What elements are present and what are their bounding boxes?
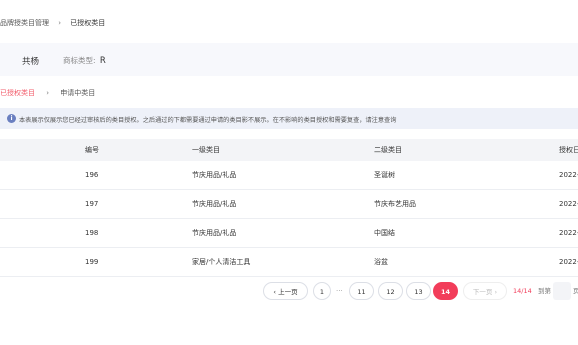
goto-tail-label: 页 [573,287,578,295]
tab-separator: › [46,89,50,97]
cell-category-1: 节庆用品/礼品 [192,229,237,237]
trademark-type-value: R [99,56,106,66]
table-header: 编号 一级类目 二级类目 授权日期 [0,139,578,161]
header-id: 编号 [85,146,99,154]
page-11-button[interactable]: 11 [349,282,374,300]
page-1-button[interactable]: 1 [313,282,331,300]
breadcrumb-parent-link[interactable]: 品牌授类目管理 [0,19,49,27]
notice-text: 本表展示仅展示您已经过审核后的类目授权。之后通过的下都需要通过申请的类目影不展示… [19,117,397,124]
page-14-button[interactable]: 14 [433,282,458,300]
header-category-1: 一级类目 [192,146,220,154]
breadcrumb-separator: › [58,19,62,27]
prev-page-button[interactable]: ‹ 上一页 [263,282,308,300]
cell-category-1: 节庆用品/礼品 [192,200,237,208]
trademark-type-label: 商标类型: [63,56,96,65]
cell-category-2: 圣诞树 [374,171,395,179]
table-row: 196 节庆用品/礼品 圣诞树 2022- [0,161,578,190]
tab-applying[interactable]: 申请中类目 [60,89,95,97]
cell-date: 2022- [559,229,578,237]
next-page-button[interactable]: 下一页 › [463,282,507,300]
page-13-button[interactable]: 13 [406,282,431,300]
page-count: 14/14 [513,287,532,295]
cell-category-2: 浴盆 [374,258,388,266]
page-12-button[interactable]: 12 [378,282,403,300]
cell-category-1: 家居/个人清洁工具 [192,258,251,266]
trademark-type: 商标类型: R [63,55,106,66]
notice-bar: i 本表展示仅展示您已经过审核后的类目授权。之后通过的下都需要通过申请的类目影不… [0,108,578,129]
goto-page-input[interactable] [553,282,571,300]
cell-date: 2022- [559,171,578,179]
cell-id: 199 [85,258,99,266]
table-row: 199 家居/个人清洁工具 浴盆 2022- [0,248,578,277]
tab-authorized[interactable]: 已授权类目 [0,89,35,97]
header-category-2: 二级类目 [374,146,402,154]
brand-info-card: 共杨 商标类型: R [0,43,578,76]
table-row: 198 节庆用品/礼品 中国结 2022- [0,219,578,248]
cell-category-2: 节庆布艺用品 [374,200,416,208]
table-row: 197 节庆用品/礼品 节庆布艺用品 2022- [0,190,578,219]
cell-category-1: 节庆用品/礼品 [192,171,237,179]
cell-date: 2022- [559,200,578,208]
pagination-ellipsis[interactable]: ··· [336,282,343,300]
header-date: 授权日期 [559,146,578,154]
goto-label: 到第 [538,287,551,295]
breadcrumb: 品牌授类目管理 › 已授权类目 [0,18,105,28]
category-tabs: 已授权类目 › 申请中类目 [0,88,95,98]
cell-id: 198 [85,229,99,237]
cell-id: 197 [85,200,99,208]
cell-id: 196 [85,171,99,179]
cell-category-2: 中国结 [374,229,395,237]
info-icon: i [7,114,16,123]
breadcrumb-current: 已授权类目 [70,19,106,27]
brand-name: 共杨 [22,57,40,67]
cell-date: 2022- [559,258,578,266]
